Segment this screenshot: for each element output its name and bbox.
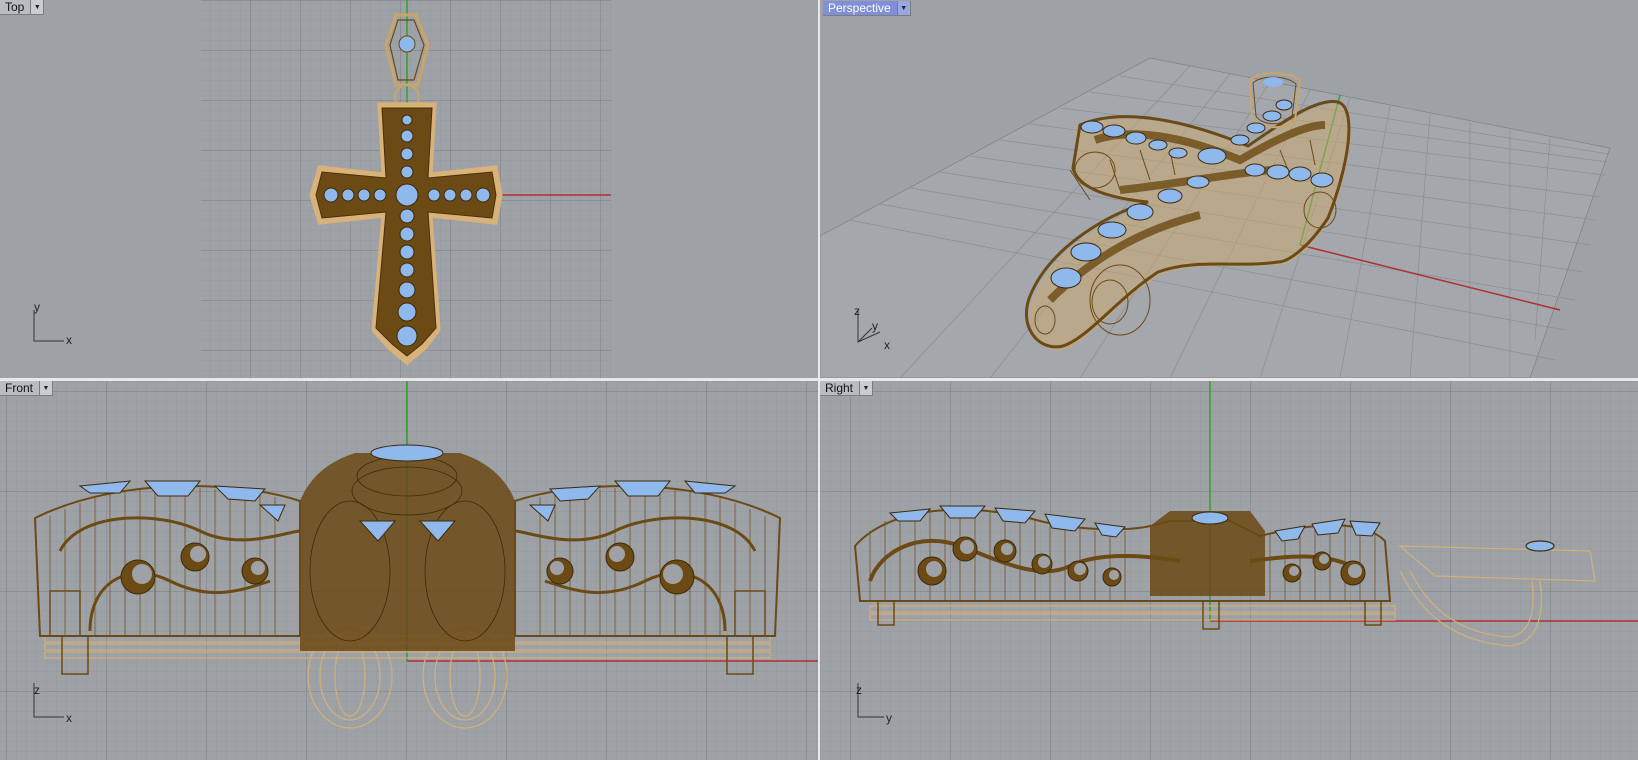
viewport-front[interactable]: Front ▼ z x (0, 381, 818, 760)
viewport-title-perspective[interactable]: Perspective (823, 1, 898, 16)
viewport-tab-right[interactable]: Right ▼ (820, 381, 874, 396)
dropdown-arrow-icon[interactable]: ▼ (40, 381, 54, 396)
axis-label-z: z (854, 304, 860, 318)
axis-label-y: y (872, 319, 878, 333)
viewport-title-top[interactable]: Top (0, 0, 32, 15)
viewport-tab-top[interactable]: Top ▼ (0, 0, 45, 15)
viewport-tab-perspective[interactable]: Perspective ▼ (823, 1, 911, 16)
viewport-perspective[interactable]: Perspective ▼ z y x (820, 0, 1638, 378)
axis-label-z: z (34, 683, 40, 697)
axis-label-x: x (66, 333, 72, 347)
perspective-view-canvas[interactable]: z y x (820, 0, 1638, 378)
dropdown-arrow-icon[interactable]: ▼ (897, 1, 911, 16)
axis-label-x: x (66, 711, 72, 725)
viewport-title-right[interactable]: Right (820, 381, 861, 396)
axis-label-y: y (886, 711, 892, 725)
top-view-canvas[interactable]: y x (0, 0, 818, 378)
right-view-canvas[interactable]: z y (820, 381, 1638, 760)
axis-label-x: x (884, 338, 890, 352)
viewport-splitter-horizontal[interactable] (0, 378, 1638, 381)
dropdown-arrow-icon[interactable]: ▼ (31, 0, 45, 15)
front-view-canvas[interactable]: z x (0, 381, 818, 760)
viewport-layout: Top ▼ y x Perspective ▼ z y x Front ▼ z … (0, 0, 1638, 760)
dropdown-arrow-icon[interactable]: ▼ (860, 381, 874, 396)
viewport-title-front[interactable]: Front (0, 381, 41, 396)
axis-label-y: y (34, 300, 40, 314)
viewport-tab-front[interactable]: Front ▼ (0, 381, 54, 396)
viewport-top[interactable]: Top ▼ y x (0, 0, 818, 378)
axis-gizmo: y x (33, 300, 72, 347)
viewport-right[interactable]: Right ▼ z y (820, 381, 1638, 760)
axis-label-z: z (856, 683, 862, 697)
